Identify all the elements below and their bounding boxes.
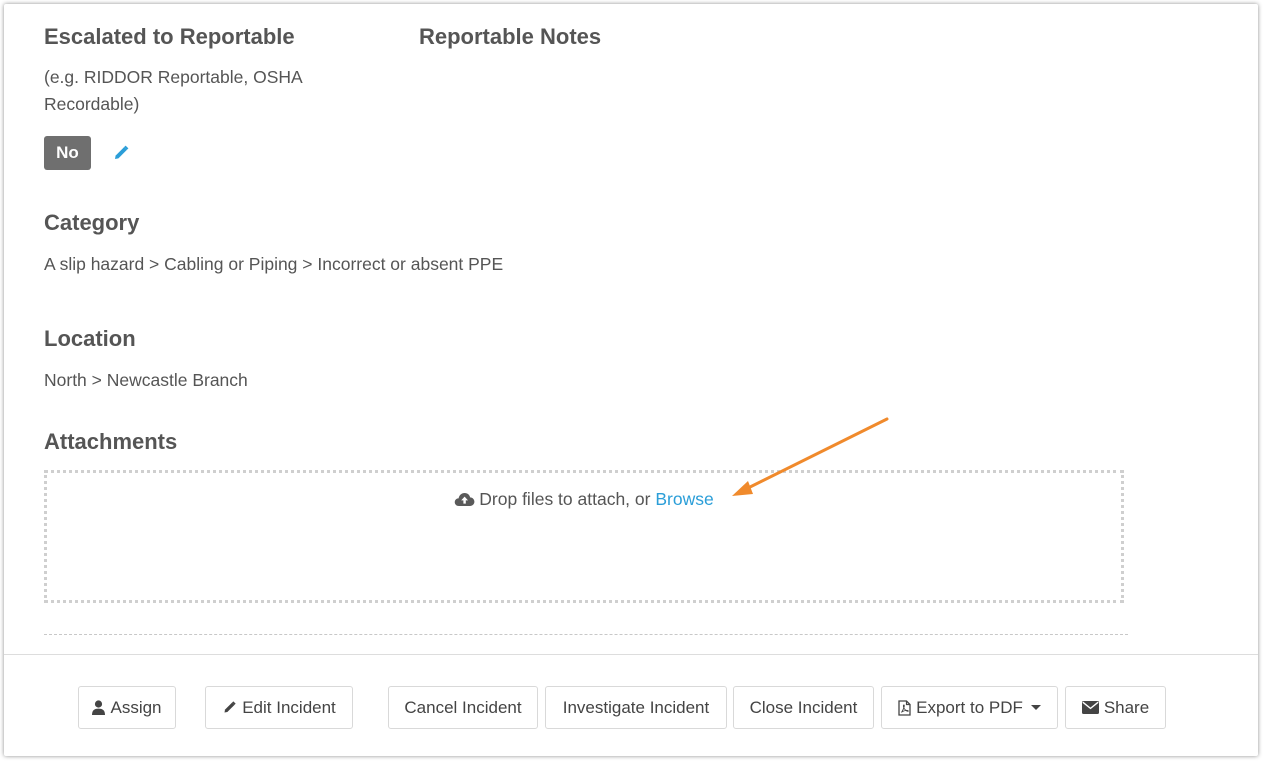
attachments-heading: Attachments [44, 429, 178, 454]
investigate-incident-label: Investigate Incident [562, 697, 710, 717]
section-divider-dashed [44, 634, 1128, 635]
attachment-dropzone[interactable]: Drop files to attach, or Browse [44, 470, 1124, 603]
escalated-hint-line2: Recordable) [44, 94, 140, 114]
investigate-incident-button[interactable]: Investigate Incident [545, 686, 727, 729]
incident-detail-panel: Escalated to Reportable (e.g. RIDDOR Rep… [4, 4, 1258, 756]
edit-incident-label: Edit Incident [242, 697, 336, 717]
caret-down-icon [1030, 705, 1041, 710]
reportable-notes-heading: Reportable Notes [419, 24, 602, 49]
edit-incident-button[interactable]: Edit Incident [205, 686, 353, 729]
user-icon [92, 700, 106, 715]
dropzone-text: Drop files to attach, or [479, 489, 651, 509]
assign-button[interactable]: Assign [78, 686, 176, 729]
close-incident-button[interactable]: Close Incident [733, 686, 874, 729]
escalated-value-badge: No [44, 136, 91, 170]
cancel-incident-button[interactable]: Cancel Incident [388, 686, 538, 729]
escalated-hint-line1: (e.g. RIDDOR Reportable, OSHA [44, 67, 303, 87]
category-value: A slip hazard > Cabling or Piping > Inco… [44, 254, 504, 274]
location-heading: Location [44, 326, 136, 351]
category-heading: Category [44, 210, 140, 235]
share-button[interactable]: Share [1065, 686, 1166, 729]
pdf-file-icon [898, 699, 911, 716]
pencil-icon [222, 700, 237, 715]
escalated-heading: Escalated to Reportable [44, 24, 295, 49]
footer-divider [4, 654, 1258, 655]
pencil-icon[interactable] [112, 144, 130, 167]
dropzone-message: Drop files to attach, or Browse [47, 489, 1121, 512]
share-label: Share [1103, 697, 1150, 717]
close-incident-label: Close Incident [749, 697, 858, 717]
cloud-upload-icon [454, 491, 475, 512]
assign-label: Assign [110, 697, 162, 717]
export-pdf-label: Export to PDF [916, 697, 1023, 717]
export-pdf-button[interactable]: Export to PDF [881, 686, 1058, 729]
envelope-icon [1081, 701, 1099, 714]
location-value: North > Newcastle Branch [44, 370, 248, 390]
cancel-incident-label: Cancel Incident [404, 697, 522, 717]
browse-link[interactable]: Browse [655, 489, 713, 509]
